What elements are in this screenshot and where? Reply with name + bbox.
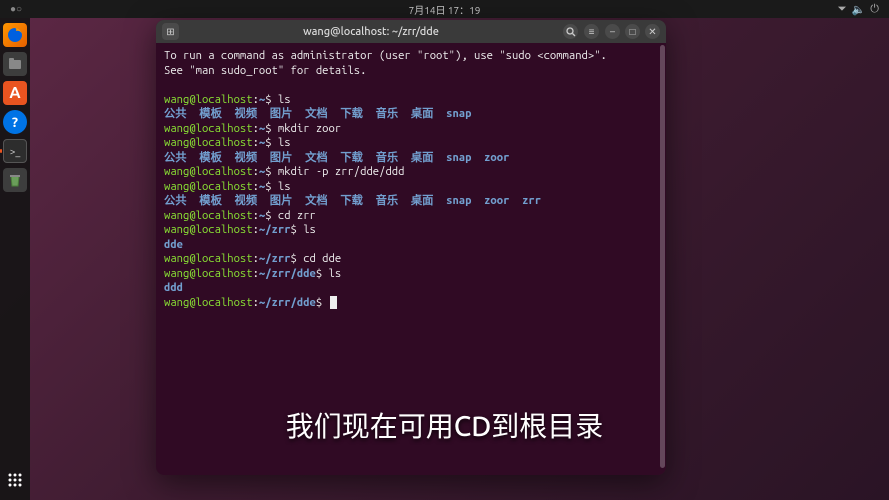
software-launcher[interactable]: A (3, 81, 27, 105)
terminal-launcher[interactable]: >_ (3, 139, 27, 163)
term-line: wang@localhost:~/zrr$ cd dde (164, 252, 658, 267)
close-button[interactable]: ✕ (645, 24, 660, 39)
files-launcher[interactable] (3, 52, 27, 76)
volume-icon[interactable]: 🔈 (852, 3, 866, 16)
minimize-button[interactable]: – (605, 24, 620, 39)
term-intro: See "man sudo_root" for details. (164, 64, 658, 79)
new-tab-button[interactable]: ⊞ (162, 23, 179, 40)
maximize-button[interactable]: □ (625, 24, 640, 39)
activities-area[interactable]: ●○ (10, 3, 22, 15)
top-panel: ●○ 7月14日 17：19 ⏷ 🔈 ⏻ (0, 0, 889, 18)
cursor (330, 296, 337, 309)
term-line: wang@localhost:~$ cd zrr (164, 209, 658, 224)
term-line: 公共 模板 视频 图片 文档 下载 音乐 桌面 snap zoor (164, 151, 658, 166)
system-tray[interactable]: ⏷ 🔈 ⏻ (838, 3, 879, 16)
terminal-titlebar[interactable]: ⊞ wang@localhost: ~/zrr/dde ≡ – □ ✕ (156, 20, 666, 43)
term-intro: To run a command as administrator (user … (164, 49, 658, 64)
term-line: 公共 模板 视频 图片 文档 下载 音乐 桌面 snap (164, 107, 658, 122)
terminal-title: wang@localhost: ~/zrr/dde (185, 26, 557, 38)
term-line: wang@localhost:~$ mkdir zoor (164, 122, 658, 137)
term-line: 公共 模板 视频 图片 文档 下载 音乐 桌面 snap zoor zrr (164, 194, 658, 209)
term-line: wang@localhost:~$ ls (164, 93, 658, 108)
show-apps[interactable] (3, 468, 27, 492)
term-line: wang@localhost:~/zrr$ ls (164, 223, 658, 238)
power-icon[interactable]: ⏻ (870, 3, 879, 16)
term-line: wang@localhost:~$ mkdir -p zrr/dde/ddd (164, 165, 658, 180)
firefox-launcher[interactable] (3, 23, 27, 47)
network-icon[interactable]: ⏷ (838, 3, 847, 16)
help-launcher[interactable]: ? (3, 110, 27, 134)
video-subtitle: 我们现在可用CD到根目录 (286, 405, 604, 445)
dock: A ? >_ (0, 18, 30, 500)
menu-button[interactable]: ≡ (584, 24, 599, 39)
term-line: wang@localhost:~/zrr/dde$ ls (164, 267, 658, 282)
term-line: dde (164, 238, 658, 253)
term-line: ddd (164, 281, 658, 296)
search-button[interactable] (563, 24, 578, 39)
scrollbar[interactable] (660, 45, 665, 468)
term-line: wang@localhost:~$ ls (164, 180, 658, 195)
term-line: wang@localhost:~$ ls (164, 136, 658, 151)
trash-launcher[interactable] (3, 168, 27, 192)
term-prompt-current: wang@localhost:~/zrr/dde$ (164, 296, 658, 311)
clock[interactable]: 7月14日 17：19 (409, 2, 481, 17)
